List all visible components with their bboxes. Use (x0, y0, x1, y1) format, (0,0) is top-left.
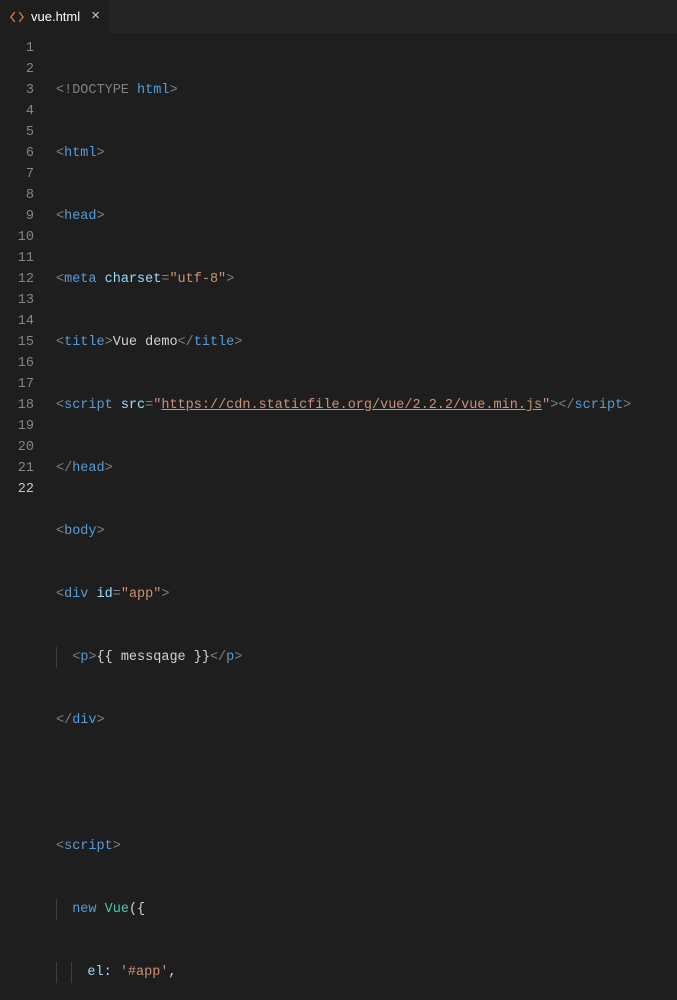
editor[interactable]: 1 2 3 4 5 6 7 8 9 10 11 12 13 14 15 16 1… (0, 34, 677, 500)
code-line: <script> (56, 836, 631, 857)
code-line: new Vue({ (56, 899, 631, 920)
line-number: 16 (0, 353, 34, 374)
line-number: 6 (0, 143, 34, 164)
line-number: 15 (0, 332, 34, 353)
code-icon (10, 10, 24, 24)
line-number: 13 (0, 290, 34, 311)
line-number: 14 (0, 311, 34, 332)
line-number-gutter: 1 2 3 4 5 6 7 8 9 10 11 12 13 14 15 16 1… (0, 34, 48, 500)
tab-bar: vue.html × (0, 0, 677, 34)
line-number: 1 (0, 38, 34, 59)
code-line: </head> (56, 458, 631, 479)
line-number: 2 (0, 59, 34, 80)
line-number: 18 (0, 395, 34, 416)
line-number: 11 (0, 248, 34, 269)
code-line: el: '#app', (56, 962, 631, 983)
code-line: <!DOCTYPE html> (56, 80, 631, 101)
line-number: 7 (0, 164, 34, 185)
line-number: 21 (0, 458, 34, 479)
line-number: 22 (0, 479, 34, 500)
line-number: 9 (0, 206, 34, 227)
line-number: 12 (0, 269, 34, 290)
line-number: 3 (0, 80, 34, 101)
line-number: 19 (0, 416, 34, 437)
line-number: 8 (0, 185, 34, 206)
code-line: <p>{{ messqage }}</p> (56, 647, 631, 668)
code-line: <title>Vue demo</title> (56, 332, 631, 353)
code-line: <script src="https://cdn.staticfile.org/… (56, 395, 631, 416)
line-number: 5 (0, 122, 34, 143)
line-number: 17 (0, 374, 34, 395)
code-line: <meta charset="utf-8"> (56, 269, 631, 290)
code-line: <div id="app"> (56, 584, 631, 605)
tab-vue-html[interactable]: vue.html × (0, 0, 110, 33)
line-number: 20 (0, 437, 34, 458)
close-icon[interactable]: × (91, 9, 100, 24)
code-line: <body> (56, 521, 631, 542)
line-number: 4 (0, 101, 34, 122)
code-line: <head> (56, 206, 631, 227)
code-area[interactable]: <!DOCTYPE html> <html> <head> <meta char… (48, 34, 631, 500)
tab-label: vue.html (31, 9, 80, 24)
code-line (56, 773, 631, 794)
line-number: 10 (0, 227, 34, 248)
code-line: </div> (56, 710, 631, 731)
code-line: <html> (56, 143, 631, 164)
